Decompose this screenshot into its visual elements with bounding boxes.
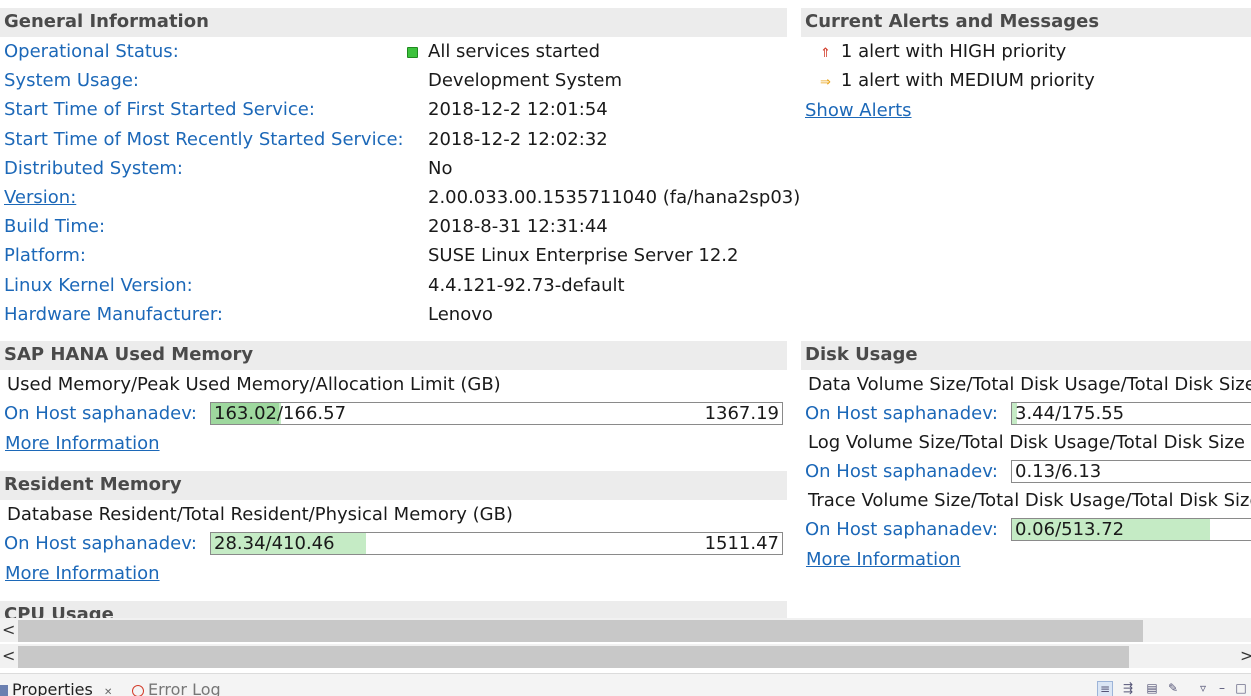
cpu-usage-header: CPU Usage	[0, 601, 787, 618]
alert-medium-text: 1 alert with MEDIUM priority	[841, 70, 1095, 91]
resident-memory-values: 28.34/410.46	[214, 533, 335, 554]
general-row-label: Start Time of Most Recently Started Serv…	[4, 129, 404, 151]
data-volume-host-label: On Host saphanadev:	[805, 403, 998, 425]
cpu-usage-title: CPU Usage	[4, 604, 114, 618]
used-memory-more-link[interactable]: More Information	[5, 433, 160, 455]
data-volume-values: 3.44/175.55	[1015, 403, 1124, 424]
scroll-right-icon[interactable]: >	[1240, 644, 1251, 668]
horizontal-scrollbar-bottom[interactable]: < >	[0, 644, 1251, 668]
scroll-left-icon[interactable]: <	[2, 644, 15, 668]
resident-memory-more-link[interactable]: More Information	[5, 563, 160, 585]
show-alerts-link[interactable]: Show Alerts	[805, 100, 912, 122]
log-volume-host-label: On Host saphanadev:	[805, 461, 998, 483]
general-row-value: 2018-12-2 12:01:54	[428, 99, 608, 121]
general-row-label: Operational Status:	[4, 41, 179, 63]
properties-icon	[0, 685, 8, 696]
minimize-icon[interactable]: –	[1215, 681, 1229, 695]
resident-memory-host-label: On Host saphanadev:	[4, 533, 197, 555]
resident-memory-subtitle: Database Resident/Total Resident/Physica…	[7, 504, 513, 526]
general-row-value: No	[428, 158, 452, 180]
general-row-value: Lenovo	[428, 304, 493, 326]
data-volume-subtitle: Data Volume Size/Total Disk Usage/Total …	[808, 374, 1251, 396]
log-volume-values: 0.13/6.13	[1015, 461, 1101, 482]
alert-medium-row: ⇒ 1 alert with MEDIUM priority	[820, 70, 1095, 92]
tab-error-log-label: Error Log	[148, 680, 221, 696]
resident-memory-bar: 28.34/410.46 1511.47	[210, 532, 783, 555]
bottom-view-tabs: Properties ✕ Error Log ≡ ⇶ ▤ ✎ ▿ – □	[0, 673, 1251, 696]
general-row-value: 4.4.121-92.73-default	[428, 275, 625, 297]
resident-memory-title: Resident Memory	[4, 474, 182, 495]
disk-usage-header: Disk Usage	[801, 341, 1251, 370]
tab-properties[interactable]: Properties ✕	[0, 680, 112, 696]
tab-error-log[interactable]: Error Log	[132, 680, 221, 696]
maximize-icon[interactable]: □	[1234, 681, 1248, 695]
used-memory-title: SAP HANA Used Memory	[4, 344, 253, 365]
general-row-label: Hardware Manufacturer:	[4, 304, 223, 326]
resident-memory-header: Resident Memory	[0, 471, 787, 500]
general-row-label: Distributed System:	[4, 158, 183, 180]
arrow-up-red-icon: ⇑	[820, 46, 831, 61]
trace-volume-bar: 0.06/513.72	[1011, 518, 1251, 541]
trace-volume-host-label: On Host saphanadev:	[805, 519, 998, 541]
toolbar-categories-icon[interactable]: ≡	[1097, 681, 1113, 696]
general-row-value: 2018-8-31 12:31:44	[428, 216, 608, 238]
scrollbar-thumb[interactable]	[18, 646, 1129, 668]
used-memory-subtitle: Used Memory/Peak Used Memory/Allocation …	[7, 374, 501, 396]
general-row-label: System Usage:	[4, 70, 139, 92]
alerts-title: Current Alerts and Messages	[805, 11, 1099, 32]
peak-memory-value: /166.57	[277, 403, 346, 424]
allocation-limit-value: 1367.19	[705, 403, 779, 424]
used-memory-bar: 163.02/166.57 1367.19	[210, 402, 783, 425]
general-info-header: General Information	[0, 8, 787, 37]
toolbar-table-icon[interactable]: ▤	[1145, 681, 1159, 695]
alert-high-row: ⇑ 1 alert with HIGH priority	[820, 41, 1066, 63]
used-memory-values: 163.02/166.57	[214, 403, 346, 424]
disk-usage-title: Disk Usage	[805, 344, 918, 365]
toolbar-filter-icon[interactable]: ⇶	[1121, 681, 1135, 695]
general-row-label: Build Time:	[4, 216, 105, 238]
general-row-label: Start Time of First Started Service:	[4, 99, 315, 121]
general-row-value: SUSE Linux Enterprise Server 12.2	[428, 245, 738, 267]
used-memory-header: SAP HANA Used Memory	[0, 341, 787, 370]
physical-memory-value: 1511.47	[705, 533, 779, 554]
view-menu-icon[interactable]: ▿	[1196, 681, 1210, 695]
log-volume-bar: 0.13/6.13	[1011, 460, 1251, 483]
scrollbar-thumb[interactable]	[18, 620, 1143, 642]
general-row-value: 2018-12-2 12:02:32	[428, 129, 608, 151]
tab-properties-label: Properties	[12, 680, 93, 696]
general-row-label: Platform:	[4, 245, 86, 267]
alert-high-text: 1 alert with HIGH priority	[841, 41, 1066, 62]
disk-usage-more-link[interactable]: More Information	[806, 549, 961, 571]
trace-volume-subtitle: Trace Volume Size/Total Disk Usage/Total…	[808, 490, 1251, 512]
toolbar-pin-icon[interactable]: ✎	[1166, 681, 1180, 695]
general-row-value: All services started	[428, 41, 600, 63]
general-row-value: 2.00.033.00.1535711040 (fa/hana2sp03)	[428, 187, 800, 209]
error-log-icon	[132, 685, 144, 696]
status-green-icon	[407, 47, 418, 58]
general-info-title: General Information	[4, 11, 209, 32]
data-volume-bar: 3.44/175.55	[1011, 402, 1251, 425]
used-memory-value: 163.02	[214, 403, 277, 424]
horizontal-scrollbar-top[interactable]: <	[0, 618, 1251, 642]
log-volume-subtitle: Log Volume Size/Total Disk Usage/Total D…	[808, 432, 1251, 454]
trace-volume-values: 0.06/513.72	[1015, 519, 1124, 540]
general-row-label[interactable]: Version:	[4, 187, 76, 209]
general-row-label: Linux Kernel Version:	[4, 275, 193, 297]
used-memory-host-label: On Host saphanadev:	[4, 403, 197, 425]
scroll-left-icon[interactable]: <	[2, 618, 15, 642]
alerts-header: Current Alerts and Messages	[801, 8, 1251, 37]
general-row-value: Development System	[428, 70, 622, 92]
arrow-right-orange-icon: ⇒	[820, 75, 831, 90]
